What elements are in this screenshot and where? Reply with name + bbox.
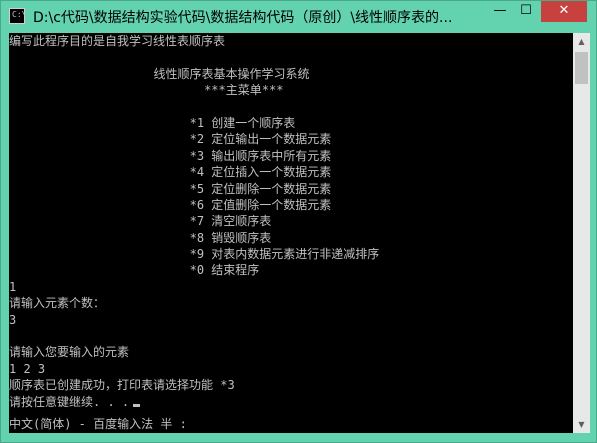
console-line: *0 结束程序 <box>9 263 260 278</box>
console-line: 请按任意键继续. . . <box>9 394 573 410</box>
console-window: C:\ D:\c代码\数据结构实验代码\数据结构代码（原创）\线性顺序表的...… <box>0 0 597 443</box>
close-button[interactable]: ✕ <box>541 1 587 22</box>
console-line: *1 创建一个顺序表 <box>9 115 296 130</box>
minimize-button[interactable]: — <box>487 3 513 21</box>
console-line: *7 清空顺序表 <box>9 214 272 229</box>
console-line: 3 <box>9 312 17 327</box>
console-line: *2 定位输出一个数据元素 <box>9 132 332 147</box>
console-line: *5 定位删除一个数据元素 <box>9 181 332 196</box>
scroll-up-arrow-icon[interactable]: ▲ <box>573 33 590 50</box>
console-line: *8 销毁顺序表 <box>9 230 272 245</box>
console-line: 请输入您要输入的元素 <box>9 345 130 360</box>
console-lines: 编写此程序目的是自我学习线性表顺序表 线性顺序表基本操作学习系统 ***主菜单*… <box>9 33 573 410</box>
console-line: 顺序表已创建成功，打印表请选择功能 *3 <box>9 378 235 393</box>
text-cursor <box>133 403 141 407</box>
scroll-down-arrow-icon[interactable]: ▼ <box>573 416 590 433</box>
scrollbar-thumb[interactable] <box>575 52 588 84</box>
console-line: 1 2 3 <box>9 361 46 376</box>
maximize-button[interactable]: ☐ <box>513 3 539 21</box>
console-line: *9 对表内数据元素进行非递减排序 <box>9 247 380 262</box>
console-line: 编写此程序目的是自我学习线性表顺序表 <box>9 34 226 48</box>
console-app-icon-text: C:\ <box>12 10 27 19</box>
console-line: 线性顺序表基本操作学习系统 <box>9 66 310 81</box>
ime-status-bar: 中文(简体) - 百度输入法 半 : <box>9 415 573 433</box>
console-line: *6 定值删除一个数据元素 <box>9 197 332 212</box>
console-line: *3 输出顺序表中所有元素 <box>9 148 332 163</box>
console-line: 请输入元素个数： <box>9 296 106 311</box>
console-line: *4 定位插入一个数据元素 <box>9 165 332 180</box>
console-line: ***主菜单*** <box>9 83 284 98</box>
vertical-scrollbar[interactable]: ▲ ▼ <box>573 33 590 433</box>
console-output[interactable]: 编写此程序目的是自我学习线性表顺序表 线性顺序表基本操作学习系统 ***主菜单*… <box>9 33 573 433</box>
title-bar[interactable]: C:\ D:\c代码\数据结构实验代码\数据结构代码（原创）\线性顺序表的...… <box>1 1 597 33</box>
console-line: 1 <box>9 279 17 294</box>
window-title: D:\c代码\数据结构实验代码\数据结构代码（原创）\线性顺序表的... <box>33 10 453 26</box>
console-app-icon[interactable]: C:\ <box>9 8 27 24</box>
